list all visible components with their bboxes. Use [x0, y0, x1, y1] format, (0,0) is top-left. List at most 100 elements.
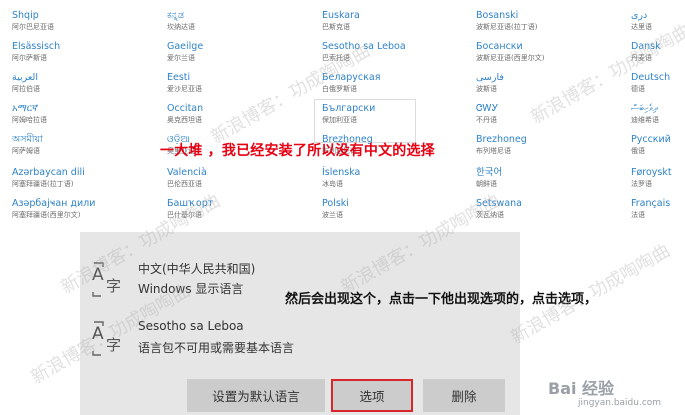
language-sub: 波斯尼亚语(西里尔文) — [476, 54, 545, 62]
language-sub: 阿尔巴尼亚语 — [12, 23, 54, 31]
language-item[interactable]: Азәрбајҹан дили 阿塞拜疆语(西里尔文) — [12, 198, 132, 220]
language-icon: A 字 — [92, 262, 121, 297]
language-sub: 巴索托语 — [322, 54, 350, 62]
language-item[interactable]: Deutsch 德语 — [631, 72, 685, 94]
language-item[interactable]: ދިވެހިބަސް 迪维希语 — [631, 103, 685, 125]
language-name: Башҡорт — [167, 198, 214, 209]
annotation-middle: 然后会出现这个，点击一下他出现选项的，点击选项， — [285, 292, 598, 307]
language-sub: 爱沙尼亚语 — [167, 85, 202, 93]
language-item[interactable]: Gaeilge 爱尔兰语 — [167, 41, 287, 63]
language-item[interactable]: Dansk 丹麦语 — [631, 41, 685, 63]
language-name: Íslenska — [322, 167, 361, 178]
language-name: Azərbaycan dili — [12, 167, 85, 178]
language-item[interactable]: Euskara 巴斯克语 — [322, 10, 442, 32]
language-name: Босански — [476, 41, 523, 52]
language-item[interactable]: አማርኛ 阿姆哈拉语 — [12, 103, 132, 125]
language-item[interactable]: Bosanski 波斯尼亚语(拉丁语) — [476, 10, 596, 32]
language-sub: 阿萨姆语 — [12, 147, 40, 155]
language-item[interactable]: Polski 波兰语 — [322, 198, 442, 220]
language-item[interactable]: Беларуская 白俄罗斯语 — [322, 72, 442, 94]
language-item[interactable]: Føroyskt 法罗语 — [631, 167, 685, 189]
language-name: ދިވެހިބަސް — [631, 103, 658, 114]
language-item[interactable]: Setswana 茨瓦纳语 — [476, 198, 596, 220]
language-sub: 朝鲜语 — [476, 180, 497, 188]
language-sub: 波兰语 — [322, 211, 343, 219]
language-item[interactable]: ಕನ್ನಡ 坎纳达语 — [167, 10, 287, 32]
language-name: ಕನ್ನಡ — [167, 10, 184, 21]
language-sub: 奥克西坦语 — [167, 116, 202, 124]
language-name: ᏣᎳᎩ — [476, 103, 499, 114]
language-row-title: Sesotho sa Leboa — [138, 319, 244, 333]
language-name: Беларуская — [322, 72, 381, 83]
svg-text:字: 字 — [106, 277, 121, 295]
language-sub: 爱尔兰语 — [167, 54, 195, 62]
set-default-button[interactable]: 设置为默认语言 — [187, 379, 325, 412]
language-name: Bosanski — [476, 10, 519, 21]
language-item[interactable]: Башҡорт 巴什基尔语 — [167, 198, 287, 220]
language-sub: 巴伦西亚语 — [167, 180, 202, 188]
language-sub: 波斯尼亚语(拉丁语) — [476, 23, 538, 31]
language-item[interactable]: Shqip 阿尔巴尼亚语 — [12, 10, 132, 32]
language-row-subtitle: Windows 显示语言 — [138, 282, 244, 296]
baidu-url: jingyan.baidu.com — [578, 398, 662, 408]
language-name: Elsässisch — [12, 41, 61, 52]
svg-text:A: A — [92, 324, 104, 344]
language-panel: A 字 中文(中华人民共和国) Windows 显示语言 A 字 Sesotho… — [80, 232, 520, 415]
language-name: Eesti — [167, 72, 191, 83]
language-sub: 茨瓦纳语 — [476, 211, 504, 219]
language-item[interactable]: Русский 俄语 — [631, 134, 685, 156]
language-sub: 不丹语 — [476, 116, 497, 124]
annotation-top: 一大堆 ，我已经安装了所以没有中文的选择 — [160, 143, 435, 159]
language-name: Gaeilge — [167, 41, 204, 52]
delete-button[interactable]: 删除 — [423, 379, 505, 412]
language-name: Valencià — [167, 167, 207, 178]
language-sub: 坎纳达语 — [167, 23, 195, 31]
language-sub: 俄语 — [631, 147, 645, 155]
language-name: Азәрбајҹан дили — [12, 198, 96, 209]
language-item[interactable]: Български 保加利亚语 — [322, 103, 442, 125]
language-sub: 布列塔尼语 — [476, 147, 511, 155]
language-item[interactable]: Valencià 巴伦西亚语 — [167, 167, 287, 189]
language-name: Occitan — [167, 103, 204, 114]
language-name: Shqip — [12, 10, 39, 21]
language-item[interactable]: فارسی 波斯语 — [476, 72, 596, 94]
svg-text:A: A — [92, 265, 104, 285]
language-item[interactable]: 한국어 朝鲜语 — [476, 167, 596, 189]
language-name: Polski — [322, 198, 349, 209]
language-item[interactable]: Azərbaycan dili 阿塞拜疆语(拉丁语) — [12, 167, 132, 189]
language-item[interactable]: ᏣᎳᎩ 不丹语 — [476, 103, 596, 125]
language-name: Български — [322, 103, 376, 114]
language-row-sesotho[interactable]: A 字 Sesotho sa Leboa 语言包不可用或需要基本语言 — [90, 315, 510, 365]
language-name: Dansk — [631, 41, 661, 52]
language-sub: 丹麦语 — [631, 54, 652, 62]
language-name: Sesotho sa Leboa — [322, 41, 406, 52]
language-name: Føroyskt — [631, 167, 672, 178]
language-name: Brezhoneg — [476, 134, 527, 145]
language-sub: 达里语 — [631, 23, 652, 31]
language-icon: A 字 — [92, 321, 121, 356]
language-row-subtitle: 语言包不可用或需要基本语言 — [138, 341, 295, 355]
svg-text:字: 字 — [106, 336, 121, 354]
language-item[interactable]: Sesotho sa Leboa 巴索托语 — [322, 41, 442, 63]
language-sub: 阿尔萨斯语 — [12, 54, 47, 62]
language-name: অসমীয়া — [12, 134, 43, 145]
language-sub: 迪维希语 — [631, 116, 659, 124]
language-item[interactable]: অসমীয়া 阿萨姆语 — [12, 134, 132, 156]
language-item[interactable]: Français 法语 — [631, 198, 685, 220]
language-item[interactable]: العربية 阿拉伯语 — [12, 72, 132, 94]
language-item[interactable]: Occitan 奥克西坦语 — [167, 103, 287, 125]
language-name: العربية — [12, 72, 38, 83]
language-sub: 阿姆哈拉语 — [12, 116, 47, 124]
language-sub: 法语 — [631, 211, 645, 219]
language-sub: 阿塞拜疆语(拉丁语) — [12, 180, 74, 188]
language-sub: 冰岛语 — [322, 180, 343, 188]
language-item[interactable]: Босански 波斯尼亚语(西里尔文) — [476, 41, 596, 63]
options-button[interactable]: 选项 — [331, 379, 413, 412]
language-grid: Shqip 阿尔巴尼亚语 Elsässisch 阿尔萨斯语 العربية 阿拉伯语 … — [0, 0, 685, 228]
language-name: 한국어 — [476, 167, 503, 178]
language-item[interactable]: دری 达里语 — [631, 10, 685, 32]
language-item[interactable]: Eesti 爱沙尼亚语 — [167, 72, 287, 94]
language-item[interactable]: Brezhoneg 布列塔尼语 — [476, 134, 596, 156]
language-item[interactable]: Íslenska 冰岛语 — [322, 167, 442, 189]
language-item[interactable]: Elsässisch 阿尔萨斯语 — [12, 41, 132, 63]
